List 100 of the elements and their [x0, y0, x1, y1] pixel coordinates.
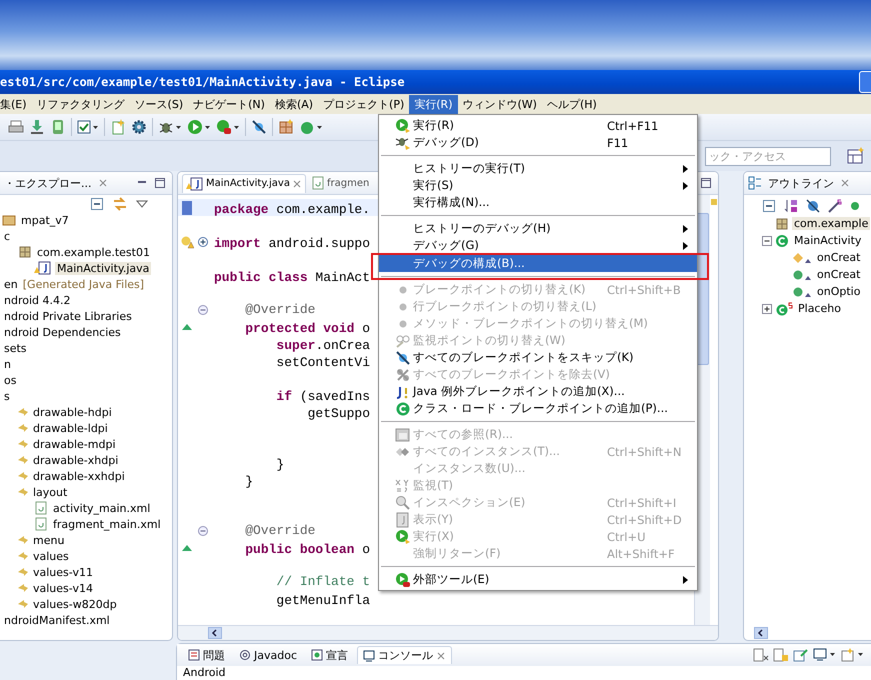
hide-fields-icon[interactable]: [806, 199, 820, 213]
outline-item[interactable]: MainActivity: [792, 234, 864, 247]
menubar-entry[interactable]: 実行(R): [409, 94, 458, 114]
gear-icon[interactable]: [131, 119, 147, 135]
hide-static-icon[interactable]: [828, 199, 842, 213]
menubar-entry[interactable]: 集(E): [0, 94, 32, 114]
dropdown-option[interactable]: すべてのブレークポイントをスキップ(K): [379, 349, 697, 366]
expand-icon[interactable]: [762, 304, 772, 314]
close-icon[interactable]: [98, 178, 108, 188]
menubar-entry[interactable]: 検索(A): [270, 94, 318, 114]
scroll-left-icon[interactable]: [208, 627, 222, 639]
tree-item[interactable]: ndroid Dependencies: [2, 326, 123, 338]
package-grid-icon[interactable]: [278, 119, 294, 135]
outline-item[interactable]: onCreat: [815, 251, 862, 264]
tree-item[interactable]: menu: [31, 534, 66, 546]
tree-item[interactable]: values: [31, 550, 71, 562]
collapse-icon[interactable]: [198, 304, 208, 314]
tree-item[interactable]: values-v14: [31, 582, 95, 594]
dropdown-option[interactable]: 外部ツール(E): [379, 571, 697, 588]
dropdown-option[interactable]: ヒストリーのデバッグ(H): [379, 220, 697, 237]
tree-item[interactable]: sets: [2, 342, 29, 354]
external-tools-dropdown-icon[interactable]: [216, 119, 240, 135]
editor-tab[interactable]: fragmen: [308, 174, 372, 192]
clear-console-icon[interactable]: [753, 648, 769, 662]
editor-tab[interactable]: MainActivity.java: [182, 174, 306, 192]
tree-item[interactable]: drawable-xhdpi: [31, 454, 120, 466]
new-console-dropdown-icon[interactable]: [841, 648, 865, 662]
dropdown-option[interactable]: クラス・ロード・ブレークポイントの追加(P)...: [379, 400, 697, 417]
run-dropdown-icon[interactable]: [187, 119, 211, 135]
sort-icon[interactable]: [784, 199, 798, 213]
tree-item[interactable]: fragment_main.xml: [51, 518, 163, 530]
new-file-icon[interactable]: [110, 119, 126, 135]
tree-item[interactable]: drawable-ldpi: [31, 422, 110, 434]
scroll-left-icon[interactable]: [754, 627, 768, 639]
tree-item[interactable]: mpat_v7: [19, 214, 71, 226]
perspective-icon[interactable]: [847, 147, 865, 165]
menubar-entry[interactable]: ヘルプ(H): [542, 94, 602, 114]
menubar-entry[interactable]: ナビゲート(N): [188, 94, 270, 114]
collapse-icon[interactable]: [198, 526, 208, 536]
dropdown-option[interactable]: 実行構成(N)...: [379, 194, 697, 211]
panel-tab[interactable]: 問題: [183, 646, 230, 664]
checkbox-dropdown-icon[interactable]: [77, 119, 99, 135]
panel-tab[interactable]: コンソール: [357, 646, 452, 664]
tree-item[interactable]: MainActivity.java: [55, 262, 152, 274]
view-menu-icon[interactable]: [136, 199, 148, 209]
skip-breakpoints-icon[interactable]: [251, 119, 267, 135]
dropdown-option[interactable]: ヒストリーの実行(T): [379, 160, 697, 177]
dot-icon[interactable]: [850, 201, 860, 211]
collapse-all-icon[interactable]: [90, 197, 104, 211]
outline-item[interactable]: onCreat: [815, 268, 862, 281]
dropdown-option[interactable]: デバッグ(G): [379, 237, 697, 254]
outline-item[interactable]: onOptio: [815, 285, 862, 298]
tree-item[interactable]: drawable-mdpi: [31, 438, 118, 450]
phone-icon[interactable]: [50, 119, 66, 135]
tree-item[interactable]: n: [2, 358, 13, 370]
dropdown-option[interactable]: 実行(S): [379, 177, 697, 194]
collapse-icon[interactable]: [762, 236, 772, 246]
expand-icon[interactable]: [198, 236, 208, 246]
maximize-icon[interactable]: [700, 177, 712, 189]
dropdown-option[interactable]: デバッグの構成(B)...: [379, 255, 697, 272]
download-icon[interactable]: [29, 119, 45, 135]
tree-item[interactable]: en: [2, 278, 20, 290]
tree-item[interactable]: drawable-xxhdpi: [31, 470, 127, 482]
menubar-entry[interactable]: ソース(S): [130, 94, 188, 114]
tree-item[interactable]: s: [2, 390, 12, 402]
new-class-dropdown-icon[interactable]: [299, 119, 323, 135]
warning-marker[interactable]: [711, 199, 717, 205]
close-icon[interactable]: [292, 178, 302, 188]
menubar-entry[interactable]: リファクタリング: [32, 94, 130, 114]
display-dropdown-icon[interactable]: [813, 648, 837, 662]
maximize-icon[interactable]: [154, 177, 166, 189]
menubar-entry[interactable]: プロジェクト(P): [318, 94, 410, 114]
menubar-entry[interactable]: ウィンドウ(W): [458, 94, 542, 114]
tree-item[interactable]: ndroidManifest.xml: [2, 614, 112, 626]
tree-item[interactable]: activity_main.xml: [51, 502, 152, 514]
quick-access-field[interactable]: ック・アクセス: [705, 146, 831, 166]
dropdown-option[interactable]: デバッグ(D) F11: [379, 134, 697, 151]
horizontal-scrollbar[interactable]: [178, 625, 718, 640]
outline-item[interactable]: Placeho: [796, 302, 843, 315]
tree-item[interactable]: c: [2, 230, 12, 242]
close-icon[interactable]: [436, 650, 446, 660]
close-icon[interactable]: [840, 178, 850, 188]
tree-item[interactable]: os: [2, 374, 18, 386]
scroll-lock-icon[interactable]: [773, 648, 789, 662]
tree-item[interactable]: ndroid 4.4.2: [2, 294, 72, 306]
collapse-all-icon[interactable]: [762, 199, 776, 213]
tree-item[interactable]: com.example.test01: [35, 246, 152, 258]
dropdown-option[interactable]: 実行(R) Ctrl+F11: [379, 117, 697, 134]
tree-item[interactable]: values-v11: [31, 566, 95, 578]
outline-item[interactable]: com.example: [792, 217, 870, 230]
tree-item[interactable]: layout: [31, 486, 70, 498]
dropdown-option[interactable]: Java 例外ブレークポイントの追加(X)...: [379, 383, 697, 400]
tree-item[interactable]: values-w820dp: [31, 598, 119, 610]
tree-item[interactable]: drawable-hdpi: [31, 406, 114, 418]
printer-icon[interactable]: [8, 119, 24, 135]
tree-item[interactable]: ndroid Private Libraries: [2, 310, 134, 322]
panel-tab[interactable]: 宣言: [306, 646, 353, 664]
maximize-button[interactable]: [859, 71, 871, 93]
panel-tab[interactable]: Javadoc: [234, 648, 302, 662]
pin-console-icon[interactable]: [793, 648, 809, 662]
